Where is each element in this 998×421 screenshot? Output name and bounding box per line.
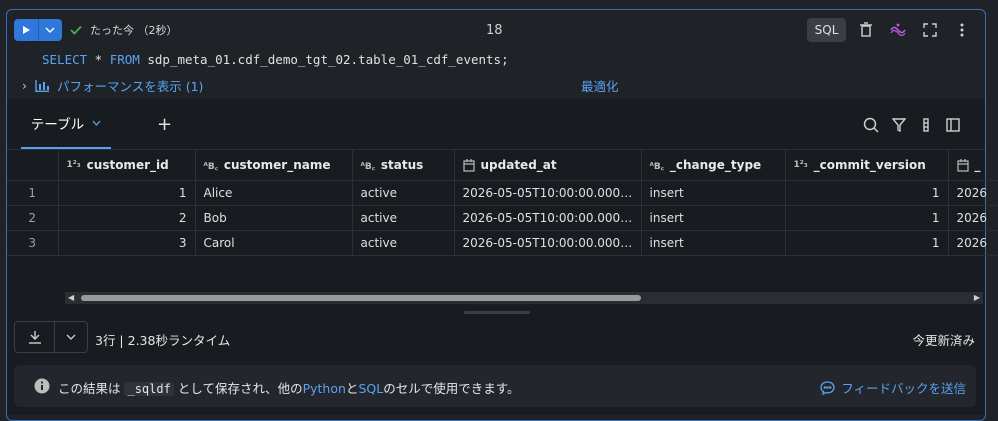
optimize-link[interactable]: 最適化 [581,76,619,95]
cell-truncated[interactable]: 2026 [948,180,998,206]
feedback-link[interactable]: フィードバックを送信 [820,378,966,397]
column-header[interactable]: _ [948,150,998,181]
cell-customer-name[interactable]: Bob [195,205,353,231]
string-type-icon: ᴬB꜀ [360,161,375,172]
cell-commit-version[interactable]: 1 [785,205,949,231]
results-panel: テーブル + 1²₃ customer_id ᴬB꜀ customer_name ᴬ… [7,99,998,415]
code-keyword-from: FROM [109,52,140,67]
code-table: sdp_meta_01.cdf_demo_tgt_02.table_01_cdf… [139,52,509,67]
cell-change-type[interactable]: insert [641,230,786,256]
column-header[interactable]: ᴬB꜀ customer_name [195,150,353,181]
code-star: * [87,52,110,67]
table-header-row: 1²₃ customer_id ᴬB꜀ customer_name ᴬB꜀ statu… [7,150,998,181]
cell-updated-at[interactable]: 2026-05-05T10:00:00.000+00:... [454,230,642,256]
chevron-down-icon [92,120,101,126]
cell-status[interactable]: active [352,205,455,231]
column-header[interactable]: ᴬB꜀ status [352,150,455,181]
scrollbar-thumb[interactable] [81,295,641,301]
run-options-dropdown[interactable] [39,19,63,41]
check-icon [70,25,82,35]
resize-handle[interactable] [464,311,530,314]
string-type-icon: ᴬB꜀ [203,161,218,172]
column-header[interactable]: ᴬB꜀ _change_type [641,150,786,181]
expand-icon[interactable] [921,21,939,39]
download-button[interactable] [15,322,56,352]
integer-type-icon: 1²₃ [793,160,808,170]
side-panel-icon[interactable] [944,116,962,134]
tab-table-label: テーブル [30,117,85,133]
cell-truncated[interactable]: 2026 [948,205,998,231]
row-number: 1 [7,180,59,206]
more-options-icon[interactable] [953,21,971,39]
cell-updated-at[interactable]: 2026-05-05T10:00:00.000+00:... [454,180,642,206]
scroll-left-icon[interactable]: ◀ [68,292,74,304]
row-number: 3 [7,230,59,256]
cell-status[interactable]: active [352,180,455,206]
info-banner: この結果は _sqldf として保存され、他のPythonとSQLのセルで使用で… [14,365,976,407]
run-status: たった今 （2秒） [70,22,178,38]
run-button-group[interactable] [14,19,62,41]
results-table: 1²₃ customer_id ᴬB꜀ customer_name ᴬB꜀ statu… [7,150,998,256]
cell-commit-version[interactable]: 1 [785,230,949,256]
integer-type-icon: 1²₃ [66,160,81,170]
table-row[interactable]: 2 2 Bob active 2026-05-05T10:00:00.000+0… [7,205,998,231]
chevron-right-icon: › [22,78,27,93]
cell-change-type[interactable]: insert [641,180,786,206]
cell-customer-id[interactable]: 1 [58,180,196,206]
play-icon [22,26,30,34]
run-button[interactable] [14,19,39,41]
cell-commit-version[interactable]: 1 [785,180,949,206]
assistant-icon[interactable] [889,21,907,39]
sql-code[interactable]: SELECT * FROM sdp_meta_01.cdf_demo_tgt_0… [42,52,509,67]
cell-change-type[interactable]: insert [641,205,786,231]
cell-customer-id[interactable]: 2 [58,205,196,231]
cell-number: 18 [486,23,503,38]
updated-status: 今更新済み [912,333,975,348]
feedback-label: フィードバックを送信 [841,381,966,396]
code-keyword-select: SELECT [42,52,88,67]
run-status-text: たった今 （2秒） [90,24,178,37]
info-icon [34,378,50,394]
chevron-down-icon [66,334,76,340]
column-header[interactable]: updated_at [454,150,642,181]
cell-truncated[interactable]: 2026 [948,230,998,256]
horizontal-scrollbar[interactable]: ◀ ▶ [65,292,983,304]
download-options-dropdown[interactable] [55,322,87,352]
download-icon [28,331,41,344]
sql-link[interactable]: SQL [358,381,383,396]
info-message: この結果は _sqldf として保存され、他のPythonとSQLのセルで使用で… [58,381,520,396]
column-header[interactable]: 1²₃ _commit_version [785,150,949,181]
column-header[interactable]: 1²₃ customer_id [58,150,196,181]
language-badge[interactable]: SQL [807,18,846,42]
filter-icon[interactable] [890,116,908,134]
chevron-down-icon [45,27,55,34]
column-settings-icon[interactable] [917,116,935,134]
timestamp-type-icon [956,158,969,172]
cell-status[interactable]: active [352,230,455,256]
add-tab-icon[interactable]: + [157,114,172,135]
cell-customer-name[interactable]: Alice [195,180,353,206]
tab-table[interactable]: テーブル [21,99,111,149]
scroll-right-icon[interactable]: ▶ [974,292,980,304]
string-type-icon: ᴬB꜀ [649,161,664,172]
performance-label: パフォーマンスを表示 (1) [57,79,204,94]
results-tabbar: テーブル + [7,99,985,150]
timestamp-type-icon [462,158,475,172]
row-number-header [7,150,59,181]
chat-bubble-icon [820,380,835,395]
cell-updated-at[interactable]: 2026-05-05T10:00:00.000+00:... [454,205,642,231]
variable-name: _sqldf [124,382,174,396]
cell-customer-id[interactable]: 3 [58,230,196,256]
row-number: 2 [7,205,59,231]
performance-toggle[interactable]: › パフォーマンスを表示 (1) [22,76,203,95]
row-count-runtime: 3行 | 2.38秒ランタイム [95,333,231,348]
bar-chart-icon [35,79,49,92]
search-icon[interactable] [862,116,880,134]
table-row[interactable]: 1 1 Alice active 2026-05-05T10:00:00.000… [7,180,998,206]
python-link[interactable]: Python [303,381,346,396]
table-row[interactable]: 3 3 Carol active 2026-05-05T10:00:00.000… [7,230,998,256]
download-button-group[interactable] [14,321,88,353]
cell-customer-name[interactable]: Carol [195,230,353,256]
delete-icon[interactable] [857,21,875,39]
